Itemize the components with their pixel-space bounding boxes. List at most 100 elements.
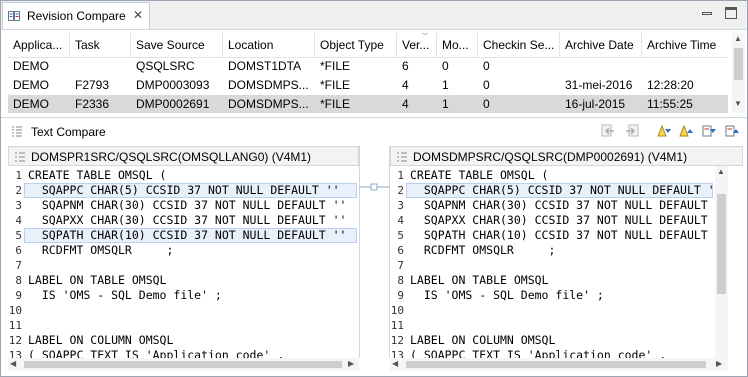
column-header-task[interactable]: Task [70, 33, 131, 57]
line-number: 5 [397, 229, 404, 242]
line-number: 12 [390, 334, 404, 347]
scroll-thumb[interactable] [406, 361, 706, 368]
previous-difference-icon[interactable] [678, 123, 694, 139]
minimize-button[interactable] [701, 7, 713, 19]
cell-version: 4 [402, 78, 409, 92]
cell-archive-time: 11:55:25 [647, 97, 693, 111]
right-horizontal-scrollbar[interactable]: ◀ ▶ [390, 358, 728, 371]
copy-right-to-left-icon[interactable] [600, 123, 616, 139]
line-number: 7 [15, 259, 22, 272]
cell-mod: 0 [442, 59, 449, 73]
cell-save-source: DMP0003093 [136, 78, 210, 92]
column-header-save-source[interactable]: Save Source [131, 33, 223, 57]
code-text: LABEL ON COLUMN OMSQL [28, 333, 174, 347]
maximize-button[interactable] [725, 7, 737, 19]
line-number: 9 [397, 289, 404, 302]
code-text: CREATE TABLE OMSQL ( [28, 168, 167, 182]
cell-object-type: *FILE [320, 78, 351, 92]
cell-save-source: DMP0002691 [136, 97, 210, 111]
scroll-right-icon[interactable]: ▶ [716, 359, 722, 368]
code-text: ( SQAPPC TEXT IS 'Application code' , [28, 348, 285, 358]
left-pane-header: DOMSPR1SRC/QSQLSRC(OMSQLLANG0) (V4M1) [8, 146, 359, 166]
line-number: 6 [15, 244, 22, 257]
line-number: 8 [15, 274, 22, 287]
right-pane-title: DOMSDMPSRC/QSQLSRC(DMP0002691) (V4M1) [413, 150, 688, 164]
code-text: SQAPXX CHAR(30) CCSID 37 NOT NULL DEFAUL… [28, 213, 347, 227]
cell-archive-date: 31-mei-2016 [565, 78, 633, 92]
code-text: IS 'OMS - SQL Demo file' ; [410, 288, 604, 302]
line-number: 10 [390, 304, 404, 317]
revision-compare-icon [8, 10, 20, 22]
scroll-up-icon[interactable]: ▲ [734, 34, 742, 43]
cell-archive-time [642, 57, 728, 76]
line-number: 3 [15, 199, 22, 212]
code-text: SQAPPC CHAR(5) CCSID 37 NOT NULL DEFAULT… [410, 183, 715, 197]
column-header-object-type[interactable]: Object Type [315, 33, 397, 57]
table-vertical-scrollbar[interactable]: ▲ ▼ [732, 33, 745, 113]
next-change-icon[interactable] [701, 123, 717, 139]
scroll-left-icon[interactable]: ◀ [392, 359, 398, 368]
line-number: 7 [397, 259, 404, 272]
line-number: 8 [397, 274, 404, 287]
scroll-down-icon[interactable]: ▼ [734, 99, 742, 108]
scroll-thumb[interactable] [717, 194, 726, 294]
left-source-editor[interactable]: 1 CREATE TABLE OMSQL (2 SQAPPC CHAR(5) CC… [8, 166, 359, 358]
cell-checkin-seq: 0 [483, 97, 490, 111]
cell-version: 4 [402, 97, 409, 111]
scroll-up-icon[interactable]: ▲ [717, 167, 725, 176]
tab-revision-compare[interactable]: Revision Compare ✕ [2, 2, 150, 29]
cell-object-type: *FILE [320, 59, 351, 73]
table-row[interactable]: DEMO F2336 DMP0002691 DOMSDMPS... *FILE 4 1 0 16… [8, 95, 728, 113]
text-compare-icon [11, 125, 23, 137]
revision-compare-view: Revision Compare ✕ Applica... Task Save … [0, 0, 748, 377]
line-number: 13 [8, 349, 22, 358]
cell-checkin-seq: 0 [483, 78, 490, 92]
sort-indicator-icon: ﹀ [421, 33, 429, 41]
line-number: 4 [397, 214, 404, 227]
text-compare-toolbar: Text Compare [1, 118, 747, 144]
table-row[interactable]: DEMO QSQLSRC DOMST1DTA *FILE 6 0 0 [8, 57, 728, 76]
scroll-right-icon[interactable]: ▶ [348, 359, 354, 368]
column-header-archive-date[interactable]: Archive Date [560, 33, 642, 57]
line-number: 3 [397, 199, 404, 212]
scroll-thumb[interactable] [24, 361, 342, 368]
column-header-application[interactable]: Applica... [8, 33, 70, 57]
cell-mod: 1 [442, 78, 449, 92]
line-number: 6 [397, 244, 404, 257]
line-number: 10 [8, 304, 22, 317]
cell-archive-date [560, 57, 642, 76]
column-header-archive-time[interactable]: Archive Time [642, 33, 728, 57]
line-number: 11 [390, 319, 404, 332]
column-header-mod[interactable]: Mo... [437, 33, 478, 57]
scroll-left-icon[interactable]: ◀ [10, 359, 16, 368]
column-header-checkin-seq[interactable]: Checkin Se... [478, 33, 560, 57]
view-tab-bar: Revision Compare ✕ [1, 1, 747, 30]
right-source-editor[interactable]: 1 CREATE TABLE OMSQL (2 SQAPPC CHAR(5) CC… [390, 166, 715, 358]
code-text: SQPATH CHAR(10) CCSID 37 NOT NULL DEFAUL… [28, 228, 347, 242]
cell-application: DEMO [13, 59, 49, 73]
close-icon[interactable]: ✕ [133, 8, 143, 22]
column-header-location[interactable]: Location [223, 33, 315, 57]
left-horizontal-scrollbar[interactable]: ◀ ▶ [8, 358, 359, 371]
line-number: 1 [15, 169, 22, 182]
next-difference-icon[interactable] [656, 123, 672, 139]
code-text: SQAPPC CHAR(5) CCSID 37 NOT NULL DEFAULT… [28, 183, 340, 197]
scroll-thumb[interactable] [734, 48, 743, 80]
cell-location: DOMSDMPS... [228, 97, 309, 111]
diff-gutter [359, 146, 390, 358]
code-text: RCDFMT OMSQLR ; [28, 243, 174, 257]
tab-title: Revision Compare [27, 9, 126, 23]
copy-left-to-right-icon[interactable] [624, 123, 640, 139]
cell-save-source: QSQLSRC [136, 59, 195, 73]
previous-change-icon[interactable] [724, 123, 740, 139]
cell-checkin-seq: 0 [483, 59, 490, 73]
code-text: CREATE TABLE OMSQL ( [410, 168, 549, 182]
left-pane-title: DOMSPR1SRC/QSQLSRC(OMSQLLANG0) (V4M1) [31, 150, 312, 164]
table-row[interactable]: DEMO F2793 DMP0003093 DOMSDMPS... *FILE 4 1 0 31… [8, 76, 728, 95]
source-file-icon [14, 151, 26, 163]
right-pane-header: DOMSDMPSRC/QSQLSRC(DMP0002691) (V4M1) [390, 146, 743, 166]
column-header-version[interactable]: Ver... [397, 33, 437, 57]
line-number: 2 [397, 184, 404, 197]
code-text: SQAPNM CHAR(30) CCSID 37 NOT NULL DEFAUL… [28, 198, 347, 212]
right-vertical-scrollbar[interactable]: ▲ [715, 166, 728, 358]
